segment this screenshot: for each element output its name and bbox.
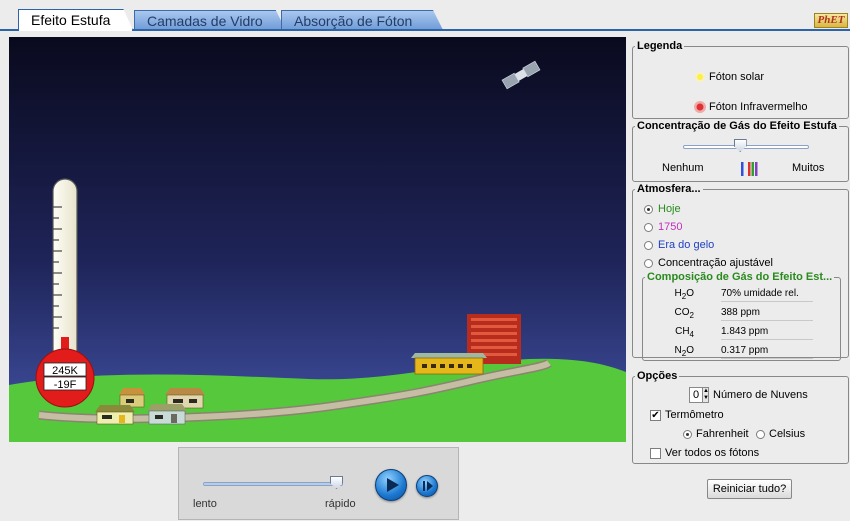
value-co2: 388 ppm [721, 304, 813, 321]
atmosphere-title: Atmosfera... [637, 183, 701, 195]
radio-1750-label[interactable]: 1750 [658, 221, 682, 233]
infrared-photon-icon [694, 101, 706, 113]
concentration-title: Concentração de Gás do Efeito Estufa [637, 120, 837, 132]
formula-ch4: CH4 [675, 326, 694, 339]
reset-all-button[interactable]: Reiniciar tudo? [707, 479, 792, 499]
clouds-label: Número de Nuvens [713, 389, 808, 401]
radio-hoje[interactable] [644, 205, 653, 214]
speed-slider-thumb[interactable] [330, 476, 343, 489]
concentration-max-label: Muitos [792, 162, 825, 174]
celsius-label[interactable]: Celsius [769, 428, 805, 440]
concentration-min-label: Nenhum [662, 162, 704, 174]
clouds-spinner-value[interactable]: 0 [689, 387, 703, 403]
fahrenheit-radio[interactable] [683, 430, 692, 439]
legend-solar-label: Fóton solar [709, 71, 765, 83]
radio-concentracao-ajustavel-label[interactable]: Concentração ajustável [658, 257, 773, 269]
speed-slider-fill [204, 483, 336, 485]
options-title: Opções [637, 370, 678, 382]
thermometer-checkbox-label[interactable]: Termômetro [665, 409, 724, 421]
thermometer-kelvin: 245K [52, 365, 78, 377]
legend-panel: Legenda Fóton solar Fóton Infravermelho [632, 40, 849, 119]
sun-photon-icon [695, 72, 705, 82]
speed-slider-track[interactable] [203, 482, 343, 486]
radio-hoje-label[interactable]: Hoje [658, 203, 681, 215]
composition-title: Composição de Gás do Efeito Est... [647, 271, 833, 283]
all-photons-checkbox[interactable] [650, 448, 661, 459]
value-n2o: 0.317 ppm [721, 342, 813, 359]
concentration-slider-thumb[interactable] [733, 139, 747, 152]
radio-concentracao-ajustavel[interactable] [644, 259, 653, 268]
gas-molecules-icon [741, 162, 758, 176]
formula-h2o: H2O [674, 288, 694, 301]
radio-1750[interactable] [644, 223, 653, 232]
thermometer-checkbox[interactable]: ✔ [650, 410, 661, 421]
phet-logo[interactable]: PhET [814, 13, 848, 28]
legend-infrared-label: Fóton Infravermelho [709, 101, 808, 113]
speed-fast-label: rápido [325, 498, 356, 510]
simulation-scene: 245K -19F [9, 37, 626, 442]
tab-efeito-estufa[interactable]: Efeito Estufa [18, 9, 133, 31]
all-photons-label[interactable]: Ver todos os fótons [665, 447, 759, 459]
side-panel: Legenda Fóton solar Fóton Infravermelho … [631, 37, 850, 521]
celsius-radio[interactable] [756, 430, 765, 439]
school-building [411, 353, 487, 375]
concentration-panel: Concentração de Gás do Efeito Estufa Nen… [632, 120, 849, 182]
composition-panel: Composição de Gás do Efeito Est... H2O 7… [642, 271, 841, 361]
radio-era-do-gelo-label[interactable]: Era do gelo [658, 239, 714, 251]
step-button[interactable] [416, 475, 438, 497]
speed-slow-label: lento [193, 498, 217, 510]
play-button[interactable] [375, 469, 407, 501]
options-panel: Opções 0 ▲ ▼ Número de Nuvens ✔ Termômetr… [632, 370, 849, 464]
clouds-spinner-arrows[interactable]: ▲ ▼ [702, 387, 709, 403]
tab-camadas-de-vidro[interactable]: Camadas de Vidro [134, 10, 286, 30]
value-h2o: 70% umidade rel. [721, 285, 813, 302]
thermometer-fahrenheit: -19F [54, 379, 77, 391]
fahrenheit-label[interactable]: Fahrenheit [696, 428, 749, 440]
formula-n2o: N2O [674, 345, 694, 358]
speed-control-panel: lento rápido [178, 447, 459, 520]
atmosphere-panel: Atmosfera... Hoje 1750 Era do gelo Conce… [632, 183, 849, 361]
value-ch4: 1.843 ppm [721, 323, 813, 340]
tab-absorcao-de-foton[interactable]: Absorção de Fóton [281, 10, 443, 30]
legend-title: Legenda [637, 40, 683, 52]
radio-era-do-gelo[interactable] [644, 241, 653, 250]
formula-co2: CO2 [674, 307, 694, 320]
